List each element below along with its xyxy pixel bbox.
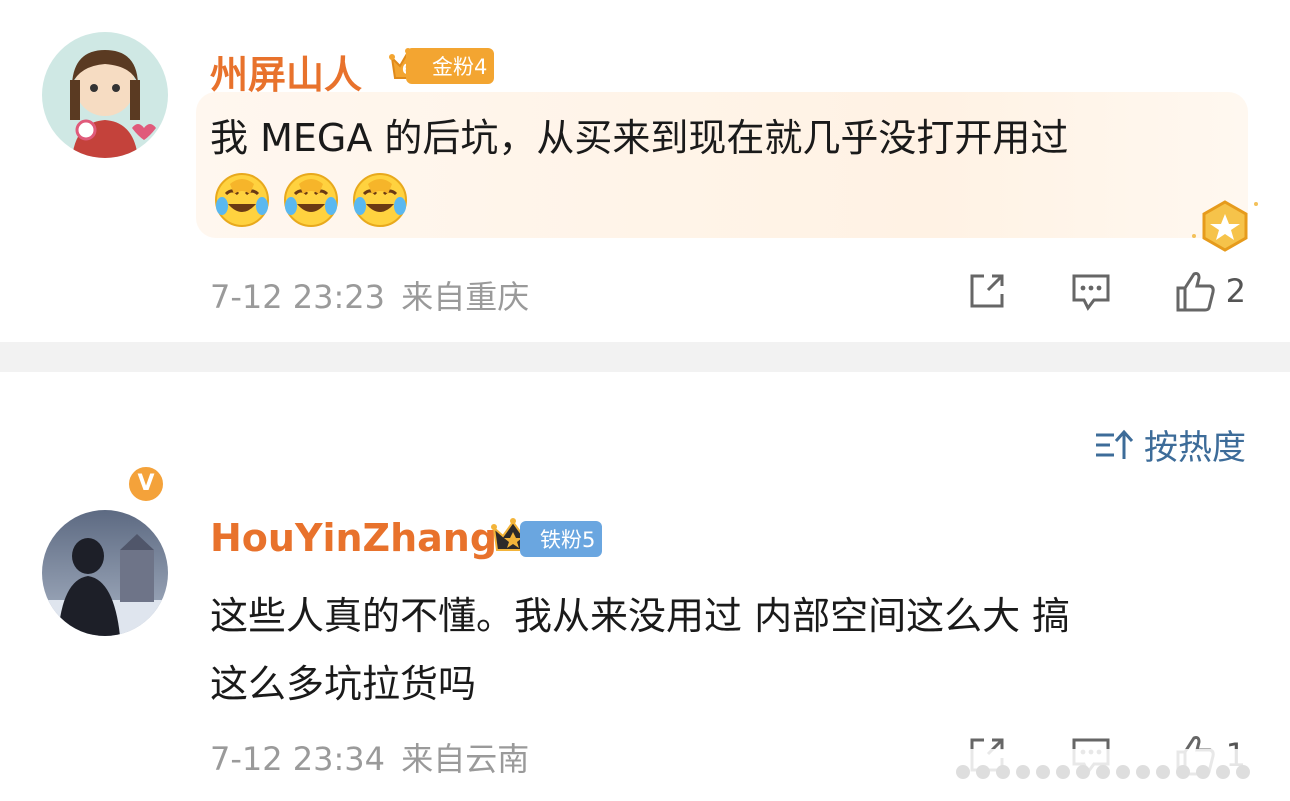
comment-text: 这些人真的不懂。我从来没用过 内部空间这么大 搞 这么多坑拉货吗 [210,582,1070,718]
comment-item: 州屏山人 6 金粉4 我 MEGA 的后坑，从买来到现在就几乎没打开用过 [0,0,1290,342]
watermark-dot [956,765,970,779]
watermark-dot [1036,765,1050,779]
comment-meta: 7-12 23:34 来自云南 [210,734,529,780]
watermark-dot [1236,765,1250,779]
comment-time: 7-12 23:34 [210,740,386,778]
watermark-overlay [946,749,1276,795]
comment-text-line: 这些人真的不懂。我从来没用过 内部空间这么大 搞 [210,594,1071,638]
share-icon [970,274,1004,308]
watermark-dot [996,765,1010,779]
avatar[interactable] [42,32,168,158]
badge-label: 金粉4 [406,48,495,84]
like-count: 2 [1225,272,1246,310]
comment-time: 7-12 23:23 [210,278,386,316]
comment-text: 我 MEGA 的后坑，从买来到现在就几乎没打开用过 [210,116,1069,160]
watermark-dot [1156,765,1170,779]
emoji-row [214,172,408,228]
laughing-crying-emoji [353,173,407,227]
like-button[interactable]: 2 [1172,268,1246,314]
sort-icon [1096,429,1134,459]
comment-icon [1072,274,1110,311]
laughing-crying-emoji [284,173,338,227]
badge-label: 铁粉5 [520,521,603,557]
verified-badge-icon: V [126,464,166,504]
watermark-dot [1136,765,1150,779]
comment-text-line: 这么多坑拉货吗 [210,662,477,706]
watermark-dot [1196,765,1210,779]
watermark-dot [1116,765,1130,779]
watermark-dot [976,765,990,779]
avatar[interactable] [42,510,168,636]
section-divider [0,342,1290,372]
sort-label: 按热度 [1144,428,1246,468]
watermark-dot [1076,765,1090,779]
username[interactable]: HouYinZhang [210,516,497,560]
thumbs-up-icon [1176,272,1215,312]
featured-star-icon [1192,200,1258,252]
watermark-dot [1096,765,1110,779]
laughing-crying-emoji [215,173,269,227]
comment-item: 按热度 V HouYinZhang II 铁 [0,372,1290,801]
comment-actions: 2 [906,268,1246,314]
comment-location: 来自云南 [401,740,530,778]
watermark-dot [1056,765,1070,779]
comment-location: 来自重庆 [401,278,530,316]
username[interactable]: 州屏山人 [210,44,362,99]
watermark-dot [1016,765,1030,779]
watermark-dot [1176,765,1190,779]
comment-meta: 7-12 23:23 来自重庆 [210,272,529,318]
reply-button[interactable] [1068,268,1114,314]
watermark-dot [1216,765,1230,779]
share-button[interactable] [964,268,1010,314]
sort-by-hot-button[interactable]: 按热度 [1094,420,1246,469]
